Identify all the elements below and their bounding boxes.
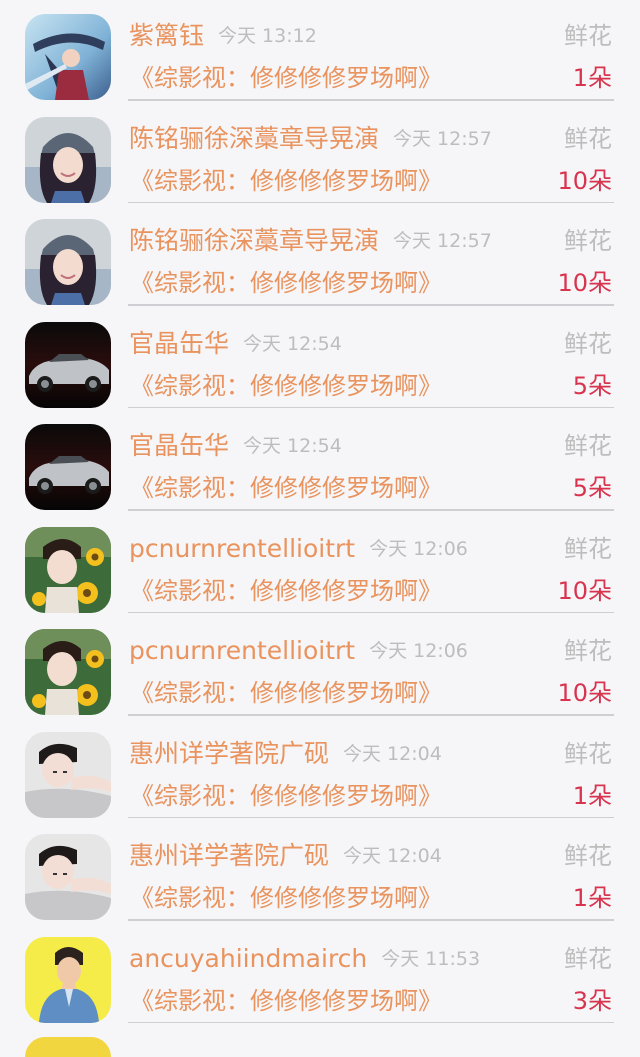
avatar-cartoon-denim[interactable] <box>25 936 111 1023</box>
gift-type: 鲜花 <box>564 944 612 973</box>
user-name: 官晶缶华 <box>129 431 230 460</box>
gift-time: 今天 11:53 <box>381 947 481 970</box>
user-name-line: pcnurnrentellioitrt 今天 12:06 <box>129 629 468 673</box>
user-name-line: 陈铭骊徐深藁章导晃演 今天 12:57 <box>129 117 492 161</box>
gift-count: 1朵 <box>572 64 612 92</box>
gift-type: 鲜花 <box>564 329 612 358</box>
gift-count: 10朵 <box>557 166 612 195</box>
avatar-lying-boy[interactable] <box>25 731 111 818</box>
gift-type: 鲜花 <box>564 227 612 255</box>
gift-time: 今天 12:57 <box>393 230 492 252</box>
avatar-silver-car[interactable] <box>25 321 111 408</box>
gift-type: 鲜花 <box>564 22 612 50</box>
user-name: pcnurnrentellioitrt <box>129 533 356 563</box>
gift-time: 今天 12:04 <box>343 742 442 765</box>
gift-count: 10朵 <box>557 576 612 605</box>
gift-count: 5朵 <box>572 474 612 502</box>
gift-count: 10朵 <box>557 269 612 297</box>
gift-record-row-6[interactable]: pcnurnrentellioitrt 今天 12:06 鲜花 《综影视：修修修修… <box>0 513 640 616</box>
user-name-line: 官晶缶华 今天 12:54 <box>129 424 342 468</box>
gift-record-row-8[interactable]: 惠州详学著院广砚 今天 12:04 鲜花 《综影视：修修修修罗场啊》 1朵 <box>0 718 640 821</box>
avatar-girl-beanie[interactable] <box>25 219 111 305</box>
avatar-sunflower-boy[interactable] <box>25 526 111 613</box>
gift-count: 10朵 <box>557 679 612 707</box>
avatar-silver-car[interactable] <box>25 424 111 510</box>
gift-time: 今天 12:57 <box>393 127 492 150</box>
gift-type: 鲜花 <box>564 534 612 563</box>
next-row-avatar-peek <box>25 1037 111 1057</box>
row-divider <box>128 304 614 306</box>
gift-record-row-2[interactable]: 陈铭骊徐深藁章导晃演 今天 12:57 鲜花 《综影视：修修修修罗场啊》 10朵 <box>0 103 640 206</box>
row-divider <box>128 509 614 511</box>
user-name-line: ancuyahiindmairch 今天 11:53 <box>129 937 480 981</box>
book-title: 《综影视：修修修修罗场啊》 <box>130 64 442 92</box>
gift-count: 1朵 <box>572 781 612 810</box>
book-title: 《综影视：修修修修罗场啊》 <box>130 986 442 1015</box>
user-name: 惠州详学著院广砚 <box>129 841 330 870</box>
gift-type: 鲜花 <box>564 842 612 870</box>
user-name: pcnurnrentellioitrt <box>129 636 356 665</box>
book-title: 《综影视：修修修修罗场啊》 <box>130 474 442 502</box>
gift-type: 鲜花 <box>564 124 612 153</box>
gift-time: 今天 12:54 <box>243 332 342 355</box>
gift-record-row-9[interactable]: 惠州详学著院广砚 今天 12:04 鲜花 《综影视：修修修修罗场啊》 1朵 <box>0 820 640 923</box>
avatar-girl-beanie[interactable] <box>25 116 111 203</box>
user-name-line: 陈铭骊徐深藁章导晃演 今天 12:57 <box>129 219 492 263</box>
row-divider <box>128 714 614 716</box>
user-name-line: 惠州详学著院广砚 今天 12:04 <box>129 834 442 878</box>
gift-record-row-3[interactable]: 陈铭骊徐深藁章导晃演 今天 12:57 鲜花 《综影视：修修修修罗场啊》 10朵 <box>0 205 640 308</box>
row-divider <box>128 99 614 101</box>
gift-time: 今天 12:06 <box>369 640 468 662</box>
user-name: 陈铭骊徐深藁章导晃演 <box>129 123 380 153</box>
avatar-lying-boy[interactable] <box>25 834 111 920</box>
book-title: 《综影视：修修修修罗场啊》 <box>130 371 442 400</box>
user-name: 惠州详学著院广砚 <box>129 738 330 768</box>
book-title: 《综影视：修修修修罗场啊》 <box>130 884 442 912</box>
row-divider <box>128 1021 614 1023</box>
user-name: 陈铭骊徐深藁章导晃演 <box>129 226 380 255</box>
user-name: 紫篱钰 <box>129 21 205 50</box>
gift-type: 鲜花 <box>564 432 612 460</box>
row-divider <box>128 816 614 818</box>
gift-count: 5朵 <box>572 371 612 400</box>
gift-record-row-4[interactable]: 官晶缶华 今天 12:54 鲜花 《综影视：修修修修罗场啊》 5朵 <box>0 308 640 411</box>
gift-time: 今天 13:12 <box>218 25 317 47</box>
row-divider <box>128 406 614 408</box>
row-divider <box>128 919 614 921</box>
book-title: 《综影视：修修修修罗场啊》 <box>130 166 442 195</box>
book-title: 《综影视：修修修修罗场啊》 <box>130 576 442 605</box>
row-divider <box>128 611 614 613</box>
gift-record-row-10[interactable]: ancuyahiindmairch 今天 11:53 鲜花 《综影视：修修修修罗场… <box>0 923 640 1026</box>
book-title: 《综影视：修修修修罗场啊》 <box>130 781 442 810</box>
gift-record-row-5[interactable]: 官晶缶华 今天 12:54 鲜花 《综影视：修修修修罗场啊》 5朵 <box>0 410 640 513</box>
user-name: ancuyahiindmairch <box>129 943 368 973</box>
book-title: 《综影视：修修修修罗场啊》 <box>130 679 442 707</box>
gift-type: 鲜花 <box>564 637 612 665</box>
gift-count: 1朵 <box>572 884 612 912</box>
book-title: 《综影视：修修修修罗场啊》 <box>130 269 442 297</box>
row-divider <box>128 201 614 203</box>
user-name-line: pcnurnrentellioitrt 今天 12:06 <box>129 527 468 571</box>
gift-type: 鲜花 <box>564 739 612 768</box>
gift-count: 3朵 <box>572 986 612 1015</box>
avatar-sunflower-boy[interactable] <box>25 629 111 715</box>
gift-time: 今天 12:06 <box>369 537 468 560</box>
user-name: 官晶缶华 <box>129 328 230 358</box>
gift-record-list: 紫篱钰 今天 13:12 鲜花 《综影视：修修修修罗场啊》 1朵 陈铭骊徐深藁章导… <box>0 0 640 1025</box>
gift-time: 今天 12:54 <box>243 435 342 457</box>
user-name-line: 官晶缶华 今天 12:54 <box>129 322 342 366</box>
avatar-anime-swordsman[interactable] <box>25 14 111 100</box>
gift-record-row-7[interactable]: pcnurnrentellioitrt 今天 12:06 鲜花 《综影视：修修修修… <box>0 615 640 718</box>
user-name-line: 惠州详学著院广砚 今天 12:04 <box>129 732 442 776</box>
user-name-line: 紫篱钰 今天 13:12 <box>129 14 317 58</box>
gift-time: 今天 12:04 <box>343 845 442 867</box>
gift-record-row-1[interactable]: 紫篱钰 今天 13:12 鲜花 《综影视：修修修修罗场啊》 1朵 <box>0 0 640 103</box>
